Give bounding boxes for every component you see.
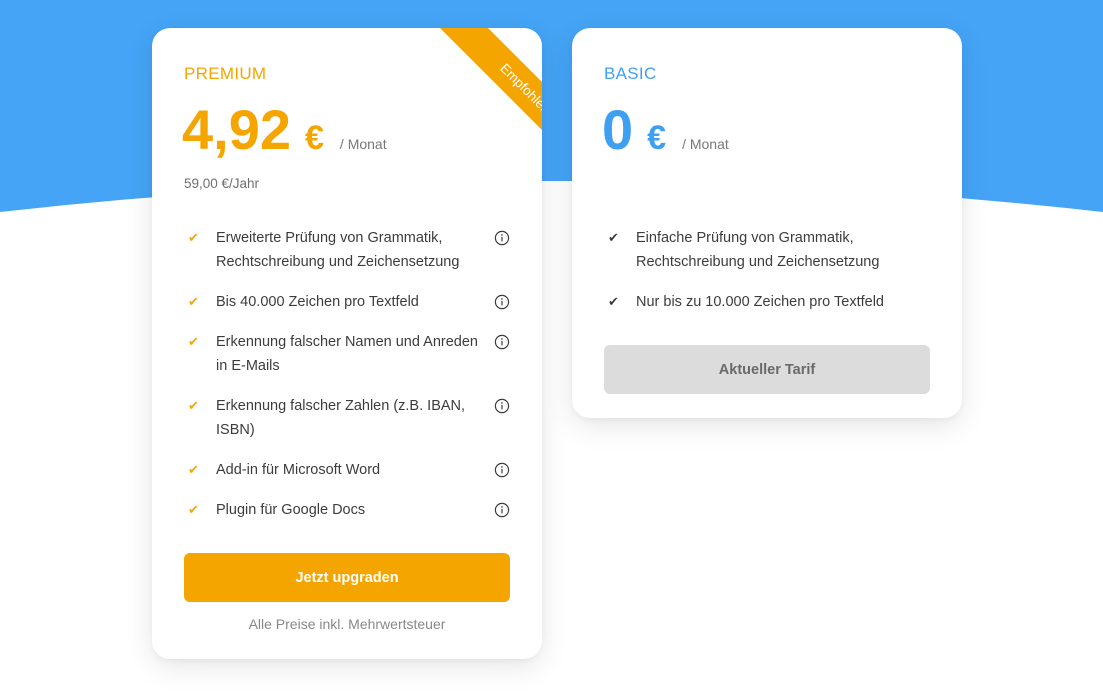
- check-icon: ✔: [188, 230, 199, 245]
- check-icon: ✔: [188, 294, 199, 309]
- premium-plan-name: PREMIUM: [184, 64, 267, 83]
- feature-label: Erkennung falscher Zahlen (z.B. IBAN, IS…: [216, 398, 466, 438]
- check-icon: ✔: [188, 502, 199, 517]
- feature-label: Erweiterte Prüfung von Grammatik, Rechts…: [216, 230, 460, 270]
- feature-item: ✔ Bis 40.000 Zeichen pro Textfeld: [184, 290, 510, 314]
- feature-item: ✔ Nur bis zu 10.000 Zeichen pro Textfeld: [604, 290, 930, 314]
- info-icon[interactable]: [494, 294, 510, 310]
- premium-price-period: / Monat: [339, 136, 387, 152]
- basic-price-period: / Monat: [682, 136, 729, 152]
- basic-plan-card: BASIC 0 € / Monat ✔ Einfache Prüfung von…: [572, 28, 962, 418]
- upgrade-button[interactable]: Jetzt upgraden: [184, 553, 510, 602]
- feature-item: ✔ Plugin für Google Docs: [184, 498, 510, 522]
- feature-label: Nur bis zu 10.000 Zeichen pro Textfeld: [636, 294, 884, 310]
- info-icon[interactable]: [494, 398, 510, 414]
- feature-item: ✔ Erweiterte Prüfung von Grammatik, Rech…: [184, 226, 510, 274]
- recommended-ribbon: Empfohlen: [438, 28, 542, 176]
- feature-item: ✔ Erkennung falscher Zahlen (z.B. IBAN, …: [184, 394, 510, 442]
- vat-footnote: Alle Preise inkl. Mehrwertsteuer: [248, 616, 446, 632]
- feature-item: ✔ Add-in für Microsoft Word: [184, 458, 510, 482]
- feature-label: Erkennung falscher Namen und Anreden in …: [216, 334, 478, 374]
- check-icon: ✔: [188, 398, 199, 413]
- premium-price: 4,92 € / Monat: [182, 102, 387, 158]
- feature-label: Einfache Prüfung von Grammatik, Rechtsch…: [636, 230, 880, 270]
- feature-label: Add-in für Microsoft Word: [216, 462, 381, 478]
- check-icon: ✔: [608, 294, 619, 309]
- feature-label: Plugin für Google Docs: [216, 502, 366, 518]
- feature-label: Bis 40.000 Zeichen pro Textfeld: [216, 294, 419, 310]
- premium-price-currency: €: [305, 119, 324, 157]
- premium-plan-card: Empfohlen PREMIUM 4,92 € / Monat 59,00 €…: [152, 28, 542, 659]
- basic-price: 0 € / Monat: [602, 102, 729, 158]
- feature-item: ✔ Erkennung falscher Namen und Anreden i…: [184, 330, 510, 378]
- check-icon: ✔: [188, 334, 199, 349]
- info-icon[interactable]: [494, 230, 510, 246]
- info-icon[interactable]: [494, 334, 510, 350]
- premium-price-amount: 4,92: [182, 98, 291, 161]
- premium-yearly-price: 59,00 €/Jahr: [184, 176, 260, 191]
- info-icon[interactable]: [494, 462, 510, 478]
- check-icon: ✔: [188, 462, 199, 477]
- current-plan-button[interactable]: Aktueller Tarif: [604, 345, 930, 394]
- info-icon[interactable]: [494, 502, 510, 518]
- premium-feature-list: ✔ Erweiterte Prüfung von Grammatik, Rech…: [184, 226, 510, 538]
- basic-feature-list: ✔ Einfache Prüfung von Grammatik, Rechts…: [604, 226, 930, 330]
- check-icon: ✔: [608, 230, 619, 245]
- feature-item: ✔ Einfache Prüfung von Grammatik, Rechts…: [604, 226, 930, 274]
- basic-price-currency: €: [647, 119, 667, 157]
- basic-plan-name: BASIC: [604, 64, 657, 83]
- basic-price-amount: 0: [602, 98, 634, 161]
